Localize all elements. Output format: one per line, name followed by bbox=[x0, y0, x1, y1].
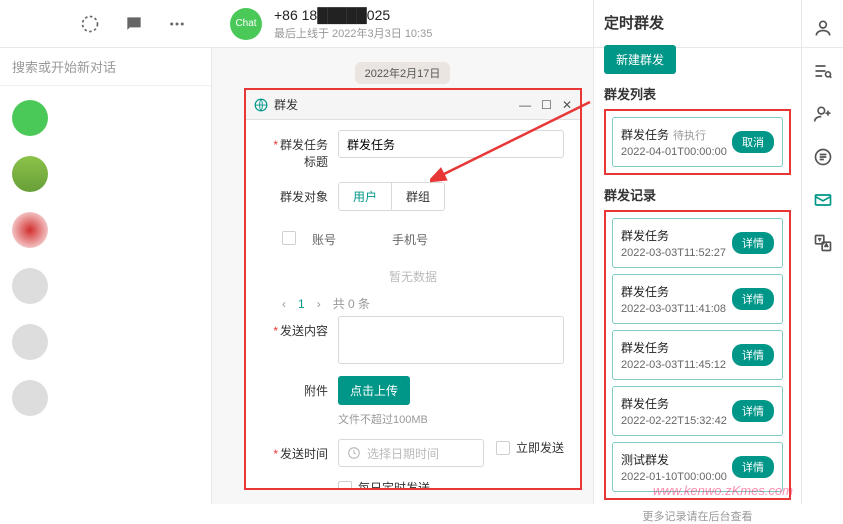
mail-icon[interactable] bbox=[813, 190, 833, 213]
icon-rail bbox=[801, 0, 843, 504]
empty-text: 暂无数据 bbox=[262, 254, 564, 295]
immediate-checkbox[interactable] bbox=[496, 441, 510, 455]
attach-label: 附件 bbox=[304, 384, 328, 398]
task-name: 群发任务 bbox=[621, 128, 669, 142]
header-left-icons bbox=[0, 14, 212, 34]
task-time: 2022-03-03T11:52:27 bbox=[621, 247, 732, 259]
task-name: 群发任务 bbox=[621, 227, 732, 244]
page-next[interactable]: › bbox=[317, 297, 321, 311]
page-total: 共 0 条 bbox=[333, 295, 370, 312]
watermark: www.kenwo.zKmes.com bbox=[653, 483, 793, 498]
list-item[interactable] bbox=[0, 90, 211, 146]
record-list: 群发任务 2022-03-03T11:52:27 详情 群发任务 2022-03-0… bbox=[604, 210, 791, 500]
person-icon[interactable] bbox=[813, 18, 833, 41]
globe-icon bbox=[254, 98, 268, 112]
person-add-icon[interactable] bbox=[813, 104, 833, 127]
list-item[interactable] bbox=[0, 146, 211, 202]
pending-list-title: 群发列表 bbox=[604, 84, 791, 103]
right-panel: 定时群发 新建群发 群发列表 群发任务待执行 2022-04-01T00:00:… bbox=[593, 0, 801, 504]
conversation-sidebar: 搜索或开始新对话 bbox=[0, 48, 212, 504]
page-prev[interactable]: ‹ bbox=[282, 297, 286, 311]
daily-checkbox[interactable] bbox=[338, 481, 352, 489]
task-name: 群发任务 bbox=[621, 283, 732, 300]
task-detail-button[interactable]: 详情 bbox=[732, 344, 774, 366]
conversation-list bbox=[0, 86, 211, 426]
immediate-send-option[interactable]: 立即发送 bbox=[496, 439, 564, 456]
list-item[interactable] bbox=[0, 314, 211, 370]
task-status: 待执行 bbox=[673, 130, 706, 142]
content-textarea[interactable] bbox=[338, 316, 564, 364]
dialog-title-text: 群发 bbox=[274, 96, 298, 113]
task-time: 2022-03-03T11:45:12 bbox=[621, 359, 732, 371]
col-phone: 手机号 bbox=[392, 231, 564, 248]
list-circle-icon[interactable] bbox=[813, 147, 833, 170]
col-account: 账号 bbox=[312, 231, 392, 248]
tab-group[interactable]: 群组 bbox=[392, 183, 444, 210]
table-header: 账号 手机号 bbox=[262, 223, 564, 254]
datetime-placeholder: 选择日期时间 bbox=[367, 445, 439, 462]
new-broadcast-button[interactable]: 新建群发 bbox=[604, 45, 676, 74]
contact-name: +86 18█████025 bbox=[274, 7, 432, 23]
task-detail-button[interactable]: 详情 bbox=[732, 288, 774, 310]
list-item[interactable] bbox=[0, 258, 211, 314]
task-card: 群发任务 2022-03-03T11:41:08 详情 bbox=[612, 274, 783, 324]
list-item[interactable] bbox=[0, 370, 211, 426]
task-card: 群发任务 2022-03-03T11:52:27 详情 bbox=[612, 218, 783, 268]
target-label: 群发对象 bbox=[280, 190, 328, 204]
translate-icon[interactable] bbox=[813, 233, 833, 256]
more-hint: 更多记录请在后台查看 bbox=[604, 508, 791, 524]
maximize-button[interactable]: ☐ bbox=[541, 98, 552, 112]
close-button[interactable]: ✕ bbox=[562, 98, 572, 112]
menu-icon[interactable] bbox=[168, 15, 186, 33]
date-pill: 2022年2月17日 bbox=[355, 62, 451, 84]
task-card: 群发任务待执行 2022-04-01T00:00:00 取消 bbox=[612, 117, 783, 167]
task-time: 2022-01-10T00:00:00 bbox=[621, 471, 732, 483]
task-title-input[interactable] bbox=[338, 130, 564, 158]
page-current[interactable]: 1 bbox=[298, 297, 305, 311]
task-detail-button[interactable]: 详情 bbox=[732, 400, 774, 422]
pagination: ‹ 1 › 共 0 条 bbox=[262, 295, 564, 312]
daily-label: 每日定时发送 bbox=[358, 479, 430, 488]
task-time: 2022-03-03T11:41:08 bbox=[621, 303, 732, 315]
status-icon[interactable] bbox=[80, 14, 100, 34]
dialog-titlebar: 群发 — ☐ ✕ bbox=[246, 90, 580, 120]
select-all-checkbox[interactable] bbox=[282, 231, 296, 245]
task-card: 群发任务 2022-03-03T11:45:12 详情 bbox=[612, 330, 783, 380]
task-name: 群发任务 bbox=[621, 339, 732, 356]
content-label: 发送内容 bbox=[280, 324, 328, 338]
upload-button[interactable]: 点击上传 bbox=[338, 376, 410, 405]
task-time: 2022-02-22T15:32:42 bbox=[621, 415, 732, 427]
panel-title: 定时群发 bbox=[604, 12, 791, 33]
task-time: 2022-04-01T00:00:00 bbox=[621, 146, 732, 158]
broadcast-dialog: 群发 — ☐ ✕ *群发任务标题 群发对象 用户 群组 账号 手机号 暂无数据 bbox=[244, 88, 582, 490]
contact-last-seen: 最后上线于 2022年3月3日 10:35 bbox=[274, 25, 432, 41]
task-detail-button[interactable]: 详情 bbox=[732, 456, 774, 478]
task-detail-button[interactable]: 详情 bbox=[732, 232, 774, 254]
immediate-label: 立即发送 bbox=[516, 439, 564, 456]
task-name: 测试群发 bbox=[621, 451, 732, 468]
search-list-icon[interactable] bbox=[813, 61, 833, 84]
tab-user[interactable]: 用户 bbox=[339, 183, 392, 210]
task-name: 群发任务 bbox=[621, 395, 732, 412]
task-card: 群发任务 2022-02-22T15:32:42 详情 bbox=[612, 386, 783, 436]
chat-icon[interactable] bbox=[124, 14, 144, 34]
record-list-title: 群发记录 bbox=[604, 185, 791, 204]
upload-hint: 文件不超过100MB bbox=[338, 411, 428, 427]
pending-list: 群发任务待执行 2022-04-01T00:00:00 取消 bbox=[604, 109, 791, 175]
list-item[interactable] bbox=[0, 202, 211, 258]
search-input[interactable]: 搜索或开始新对话 bbox=[0, 48, 211, 86]
contact-avatar[interactable]: Chat bbox=[230, 8, 262, 40]
datetime-input[interactable]: 选择日期时间 bbox=[338, 439, 484, 467]
clock-icon bbox=[347, 446, 361, 460]
minimize-button[interactable]: — bbox=[519, 98, 531, 112]
time-label: 发送时间 bbox=[280, 447, 328, 461]
task-cancel-button[interactable]: 取消 bbox=[732, 131, 774, 153]
task-title-label: 群发任务标题 bbox=[280, 138, 328, 169]
